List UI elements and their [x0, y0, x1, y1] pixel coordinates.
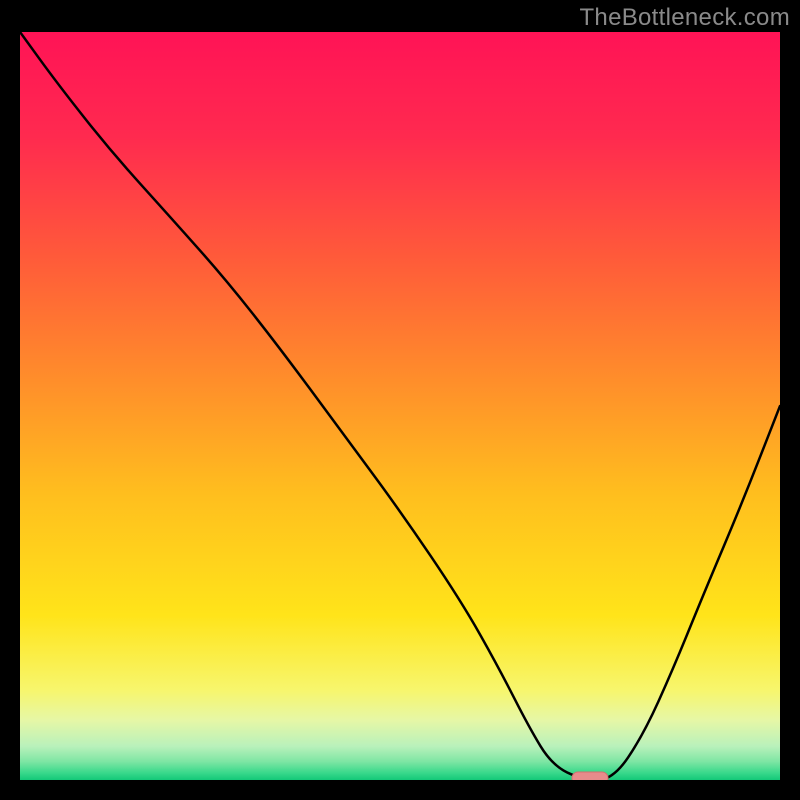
chart-svg: [20, 32, 780, 780]
plot-area: [20, 32, 780, 780]
watermark-text: TheBottleneck.com: [579, 4, 790, 32]
optimal-marker: [572, 772, 608, 780]
chart-container: TheBottleneck.com: [0, 0, 800, 800]
gradient-background: [20, 32, 780, 780]
